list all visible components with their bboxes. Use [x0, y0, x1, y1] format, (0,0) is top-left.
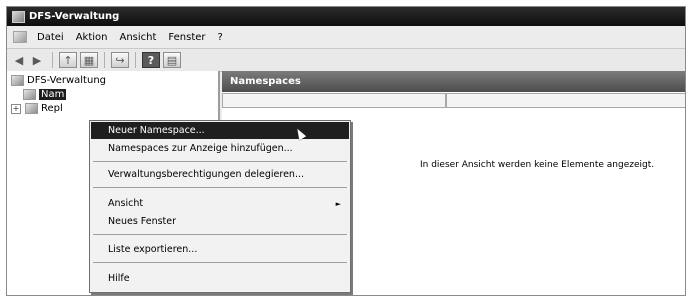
export-icon[interactable]: ↪	[111, 52, 129, 68]
context-menu: Neuer Namespace... Namespaces zur Anzeig…	[89, 120, 351, 293]
title-bar[interactable]: DFS-Verwaltung	[7, 7, 685, 26]
properties-icon[interactable]: ▤	[163, 52, 181, 68]
menu-fenster[interactable]: Fenster	[162, 32, 211, 43]
menu-separator	[93, 262, 347, 263]
menu-item-new-window[interactable]: Neues Fenster	[91, 213, 349, 230]
menu-help[interactable]: ?	[212, 32, 229, 43]
up-icon[interactable]: ↑	[59, 52, 77, 68]
results-header: Namespaces	[222, 71, 685, 92]
column-header[interactable]	[222, 93, 446, 108]
replication-icon	[25, 103, 38, 114]
tree-item-replikation[interactable]: + Repl	[11, 103, 63, 114]
submenu-arrow-icon: ►	[335, 199, 341, 208]
tree-item-label: Nam	[39, 89, 67, 100]
help-icon[interactable]: ?	[142, 52, 160, 68]
show-hide-tree-icon[interactable]: ▦	[80, 52, 98, 68]
menu-separator	[93, 161, 347, 162]
menu-aktion[interactable]: Aktion	[70, 32, 114, 43]
tree-item-label: Repl	[41, 103, 63, 114]
dfs-management-icon	[11, 75, 24, 86]
menu-item-delegate-permissions[interactable]: Verwaltungsberechtigungen delegieren...	[91, 166, 349, 183]
window-title: DFS-Verwaltung	[29, 11, 120, 22]
menu-item-label: Ansicht	[108, 198, 144, 209]
toolbar-separator	[135, 52, 136, 68]
menu-item-new-namespace[interactable]: Neuer Namespace...	[91, 122, 349, 139]
menu-ansicht[interactable]: Ansicht	[113, 32, 162, 43]
menu-item-export-list[interactable]: Liste exportieren...	[91, 241, 349, 258]
menu-datei[interactable]: Datei	[31, 32, 70, 43]
menu-item-view[interactable]: Ansicht ►	[91, 195, 349, 212]
back-icon[interactable]: ◀	[10, 52, 28, 68]
expand-icon[interactable]: +	[11, 103, 21, 114]
toolbar: ◀ ▶ ↑ ▦ ↪ ? ▤	[7, 48, 685, 72]
menu-item-add-namespaces[interactable]: Namespaces zur Anzeige hinzufügen...	[91, 140, 349, 157]
menu-bar: Datei Aktion Ansicht Fenster ?	[7, 27, 685, 47]
dfs-management-icon	[12, 10, 25, 23]
menu-item-help[interactable]: Hilfe	[91, 270, 349, 287]
console-icon[interactable]	[13, 31, 27, 43]
toolbar-separator	[52, 52, 53, 68]
empty-view-message: In dieser Ansicht werden keine Elemente …	[420, 160, 655, 170]
menu-separator	[93, 234, 347, 235]
forward-icon[interactable]: ▶	[28, 52, 46, 68]
tree-root[interactable]: DFS-Verwaltung	[11, 75, 106, 86]
column-header[interactable]	[446, 93, 685, 108]
tree-root-label: DFS-Verwaltung	[27, 75, 107, 86]
namespace-icon	[23, 89, 36, 100]
toolbar-separator	[104, 52, 105, 68]
tree-item-namespaces[interactable]: Nam	[23, 89, 67, 100]
menu-separator	[93, 187, 347, 188]
